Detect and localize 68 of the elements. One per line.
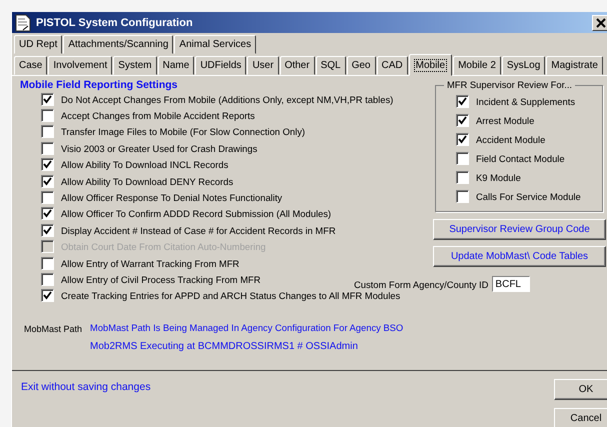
tab[interactable]: Mobile 2 bbox=[453, 56, 501, 75]
checkbox[interactable] bbox=[41, 174, 54, 188]
checkbox[interactable] bbox=[456, 95, 469, 108]
tab[interactable]: Animal Services bbox=[174, 35, 256, 54]
close-icon bbox=[596, 18, 606, 28]
option-label: Allow Entry of Warrant Tracking From MFR bbox=[61, 258, 240, 269]
tab[interactable]: UD Rept bbox=[14, 35, 62, 54]
option-label: Accept Changes from Mobile Accident Reports bbox=[61, 110, 255, 122]
tab[interactable]: Attachments/Scanning bbox=[63, 35, 174, 54]
checkbox[interactable] bbox=[456, 171, 469, 184]
checkbox[interactable] bbox=[41, 191, 54, 204]
tab[interactable]: CAD bbox=[376, 56, 408, 75]
option-label: K9 Module bbox=[476, 172, 521, 183]
option-label: Allow Officer To Confirm ADDD Record Submission (All Modules) bbox=[61, 208, 332, 220]
action-button[interactable]: Update MobMast\ Code Tables bbox=[433, 246, 606, 267]
option-label: Field Contact Module bbox=[476, 153, 565, 164]
tab[interactable]: UDFields bbox=[195, 56, 246, 75]
checkbox[interactable] bbox=[41, 142, 54, 155]
option-label: Arrest Module bbox=[476, 115, 534, 126]
checkbox[interactable] bbox=[41, 125, 54, 138]
field-label: MobMast Path bbox=[24, 323, 82, 336]
tab[interactable]: Magistrate bbox=[546, 56, 603, 75]
tab[interactable]: Other bbox=[280, 56, 315, 75]
section-title: Mobile Field Reporting Settings bbox=[20, 79, 178, 91]
option-label: Allow Ability To Download INCL Records bbox=[61, 159, 228, 170]
tab[interactable]: Case bbox=[14, 56, 48, 75]
option-label: Create Tracking Entries for APPD and ARCH Status Changes to All MFR Modules bbox=[61, 290, 400, 302]
action-button[interactable]: Supervisor Review Group Code bbox=[433, 219, 606, 240]
close-button[interactable] bbox=[592, 14, 607, 30]
tab[interactable]: User bbox=[247, 56, 279, 75]
group-title: MFR Supervisor Review For... bbox=[444, 79, 576, 90]
checkbox[interactable] bbox=[456, 114, 469, 127]
option-label: Display Accident # Instead of Case # for Accident Records in MFR bbox=[61, 224, 336, 236]
checkbox[interactable] bbox=[41, 256, 54, 270]
status-text: Mob2RMS Executing at BCMMDROSSIRMS1 # OSSIAdmin bbox=[90, 341, 359, 352]
checkbox[interactable] bbox=[41, 207, 54, 220]
option-label: Calls For Service Module bbox=[476, 191, 581, 202]
window-title: PISTOL System Configuration bbox=[36, 16, 193, 28]
dialog-button[interactable]: OK bbox=[554, 379, 607, 400]
option-label: Do Not Accept Changes From Mobile (Additions Only, except NM,VH,PR tables) bbox=[61, 94, 394, 105]
checkbox[interactable] bbox=[41, 92, 54, 106]
option-label: Visio 2003 or Greater Used for Crash Drawings bbox=[61, 142, 258, 154]
tab[interactable]: Name bbox=[158, 56, 194, 75]
checkbox[interactable] bbox=[456, 152, 469, 165]
tab[interactable]: SQL bbox=[316, 56, 346, 75]
exit-link[interactable]: Exit without saving changes bbox=[21, 381, 151, 427]
tab[interactable]: Geo bbox=[346, 56, 376, 75]
tab[interactable]: Involvement bbox=[48, 56, 112, 75]
option-label: Allow Ability To Download DENY Records bbox=[61, 176, 234, 187]
checkbox[interactable] bbox=[41, 109, 54, 122]
tab[interactable]: Mobile bbox=[408, 54, 452, 76]
option-label: Incident & Supplements bbox=[476, 96, 576, 107]
option-label: Allow Entry of Civil Process Tracking From MFR bbox=[61, 274, 261, 285]
tab[interactable]: System bbox=[113, 56, 157, 75]
option-label: Transfer Image Files to Mobile (For Slow Connection Only) bbox=[61, 126, 306, 138]
checkbox[interactable] bbox=[456, 133, 469, 146]
field-label: Custom Form Agency/County ID bbox=[354, 278, 488, 290]
checkbox[interactable] bbox=[41, 289, 54, 302]
checkbox[interactable] bbox=[41, 272, 54, 286]
path-note: MobMast Path Is Being Managed In Agency Configuration For Agency BSO bbox=[90, 322, 404, 334]
checkbox[interactable] bbox=[41, 224, 54, 237]
option-label: Accident Module bbox=[476, 134, 546, 145]
tab[interactable]: SysLog bbox=[502, 56, 546, 75]
dialog-button[interactable]: Cancel bbox=[554, 408, 607, 427]
option-label: Allow Officer Response To Denial Notes Functionality bbox=[61, 192, 282, 204]
checkbox[interactable] bbox=[456, 190, 469, 203]
checkbox[interactable] bbox=[41, 158, 54, 172]
input-field[interactable]: BCFL bbox=[492, 276, 530, 292]
